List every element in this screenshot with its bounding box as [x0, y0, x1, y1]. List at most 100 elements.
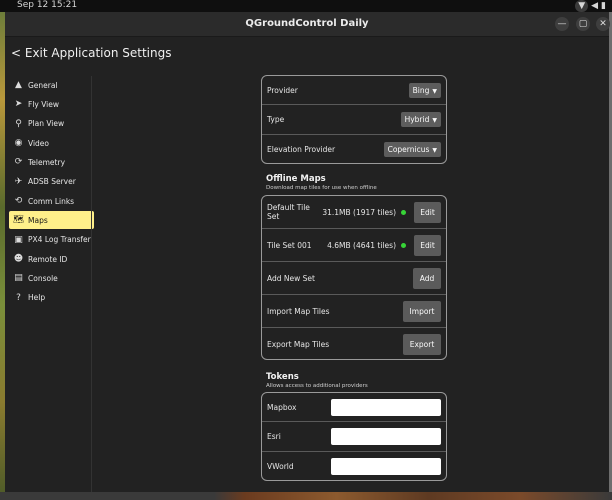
elevation-label: Elevation Provider	[267, 144, 336, 154]
volume-icon[interactable]: ◀	[591, 0, 598, 12]
console-icon: ▤	[14, 273, 23, 284]
sidebar-item-video[interactable]: ◉ Video	[9, 134, 94, 152]
offline-maps-subtitle: Download map tiles for use when offline	[266, 185, 377, 191]
minimize-button[interactable]: —	[555, 17, 569, 31]
system-tray[interactable]: ▼ ◀ ▮	[575, 0, 606, 12]
sidebar-item-telemetry[interactable]: ⟳ Telemetry	[9, 153, 94, 171]
map-icon: 🗺	[12, 215, 25, 226]
sidebar-divider	[91, 76, 92, 492]
telemetry-icon: ⟳	[14, 157, 23, 168]
sidebar-item-plan-view[interactable]: ⚲ Plan View	[9, 115, 94, 133]
qgc-logo-icon: ▲	[15, 80, 22, 90]
token-row: Esri	[262, 422, 446, 452]
chevron-down-icon: ▼	[432, 146, 437, 154]
app-window: QGroundControl Daily — ▢ ✕ < Exit Applic…	[5, 12, 610, 492]
type-dropdown[interactable]: Hybrid ▼	[400, 112, 441, 127]
wifi-icon[interactable]: ▼	[575, 0, 589, 12]
battery-icon[interactable]: ▮	[601, 0, 606, 12]
add-set-row: Add New Set Add	[262, 262, 446, 295]
provider-label: Provider	[267, 85, 298, 95]
sidebar-item-maps[interactable]: 🗺 Maps	[9, 211, 94, 230]
paper-plane-icon: ➤	[14, 99, 23, 110]
elevation-row: Elevation Provider Copernicus ▼	[262, 135, 446, 163]
sidebar-item-label: Telemetry	[28, 157, 66, 167]
tile-set-size: 31.1MB (1917 tiles)	[322, 207, 396, 217]
elevation-value: Copernicus	[387, 144, 430, 154]
camera-icon: ◉	[14, 138, 23, 149]
window-titlebar[interactable]: QGroundControl Daily — ▢ ✕	[5, 12, 610, 37]
window-title: QGroundControl Daily	[245, 18, 369, 29]
sidebar-item-console[interactable]: ▤ Console	[9, 269, 94, 287]
provider-dropdown[interactable]: Bing ▼	[408, 82, 441, 98]
close-button[interactable]: ✕	[596, 17, 610, 31]
sidebar-item-label: General	[28, 80, 58, 90]
export-row: Export Map Tiles Export	[262, 328, 446, 360]
sidebar-item-label: Maps	[28, 215, 48, 225]
sidebar-item-adsb-server[interactable]: ✈ ADSB Server	[9, 173, 94, 191]
token-row: VWorld	[262, 452, 446, 480]
import-label: Import Map Tiles	[267, 306, 330, 316]
import-row: Import Map Tiles Import	[262, 295, 446, 328]
sidebar-item-remote-id[interactable]: ☻ Remote ID	[9, 250, 94, 268]
exit-settings-button[interactable]: < Exit Application Settings	[11, 46, 172, 60]
sidebar-item-label: ADSB Server	[28, 177, 76, 187]
os-top-bar: Sep 12 15:21 ▼ ◀ ▮	[0, 0, 612, 12]
edit-tile-set-button[interactable]: Edit	[414, 234, 441, 256]
vworld-label: VWorld	[267, 461, 294, 471]
vworld-token-input[interactable]	[331, 457, 441, 475]
add-set-button[interactable]: Add	[413, 267, 441, 289]
esri-label: Esri	[267, 432, 281, 441]
person-icon: ☻	[13, 254, 24, 265]
desktop-bottom-strip	[0, 492, 612, 500]
sidebar-item-label: Plan View	[28, 119, 65, 129]
sidebar-item-comm-links[interactable]: ⟲ Comm Links	[9, 192, 94, 210]
chevron-down-icon: ▼	[432, 117, 437, 124]
tokens-title: Tokens	[266, 372, 299, 382]
tokens-subtitle: Allows access to additional providers	[266, 383, 368, 389]
sidebar-item-help[interactable]: ? Help	[9, 289, 94, 307]
maximize-button[interactable]: ▢	[576, 17, 590, 31]
tile-set-name: Default Tile Set	[267, 203, 310, 221]
esri-token-input[interactable]	[331, 428, 441, 445]
type-value: Hybrid	[404, 115, 430, 124]
sidebar-item-label: Console	[28, 273, 58, 283]
chevron-down-icon: ▼	[432, 87, 437, 95]
sidebar-item-label: Comm Links	[28, 196, 75, 206]
status-dot-icon	[401, 242, 406, 248]
import-button[interactable]: Import	[403, 300, 441, 322]
sidebar-item-label: PX4 Log Transfer	[28, 235, 91, 245]
tile-set-name: Tile Set 001	[267, 240, 312, 250]
tile-set-size: 4.6MB (4641 tiles)	[327, 240, 396, 250]
provider-value: Bing	[412, 85, 430, 95]
sidebar-item-label: Video	[28, 138, 50, 148]
sidebar-item-label: Help	[28, 293, 46, 303]
provider-row: Provider Bing ▼	[262, 76, 446, 105]
type-label: Type	[267, 115, 285, 124]
elevation-dropdown[interactable]: Copernicus ▼	[383, 141, 441, 157]
type-row: Type Hybrid ▼	[262, 105, 446, 135]
tokens-group: Mapbox Esri VWorld	[261, 392, 447, 481]
offline-maps-group: Default Tile Set 31.1MB (1917 tiles) Edi…	[261, 195, 447, 360]
sidebar-item-label: Remote ID	[28, 254, 68, 264]
sidebar-item-px4-log-transfer[interactable]: ▣ PX4 Log Transfer	[9, 231, 94, 249]
os-clock[interactable]: Sep 12 15:21	[17, 0, 77, 11]
log-transfer-icon: ▣	[14, 234, 23, 245]
export-label: Export Map Tiles	[267, 339, 330, 349]
help-icon: ?	[16, 292, 21, 303]
status-dot-icon	[401, 209, 406, 215]
map-pin-icon: ⚲	[15, 118, 22, 129]
airplane-icon: ✈	[14, 176, 23, 187]
mapbox-token-input[interactable]	[331, 398, 441, 416]
settings-sidebar: ▲ General ➤ Fly View ⚲ Plan View ◉ Video ⟳ Teleme…	[9, 76, 94, 308]
edit-tile-set-button[interactable]: Edit	[414, 201, 441, 223]
offline-maps-title: Offline Maps	[266, 174, 326, 184]
export-button[interactable]: Export	[403, 333, 441, 355]
link-icon: ⟲	[14, 196, 23, 207]
tile-set-row: Tile Set 001 4.6MB (4641 tiles) Edit	[262, 229, 446, 262]
token-row: Mapbox	[262, 393, 446, 422]
mapbox-label: Mapbox	[267, 402, 297, 412]
add-set-label: Add New Set	[267, 273, 315, 283]
sidebar-item-general[interactable]: ▲ General	[9, 76, 94, 94]
tile-set-row: Default Tile Set 31.1MB (1917 tiles) Edi…	[262, 196, 446, 229]
sidebar-item-fly-view[interactable]: ➤ Fly View	[9, 95, 94, 113]
